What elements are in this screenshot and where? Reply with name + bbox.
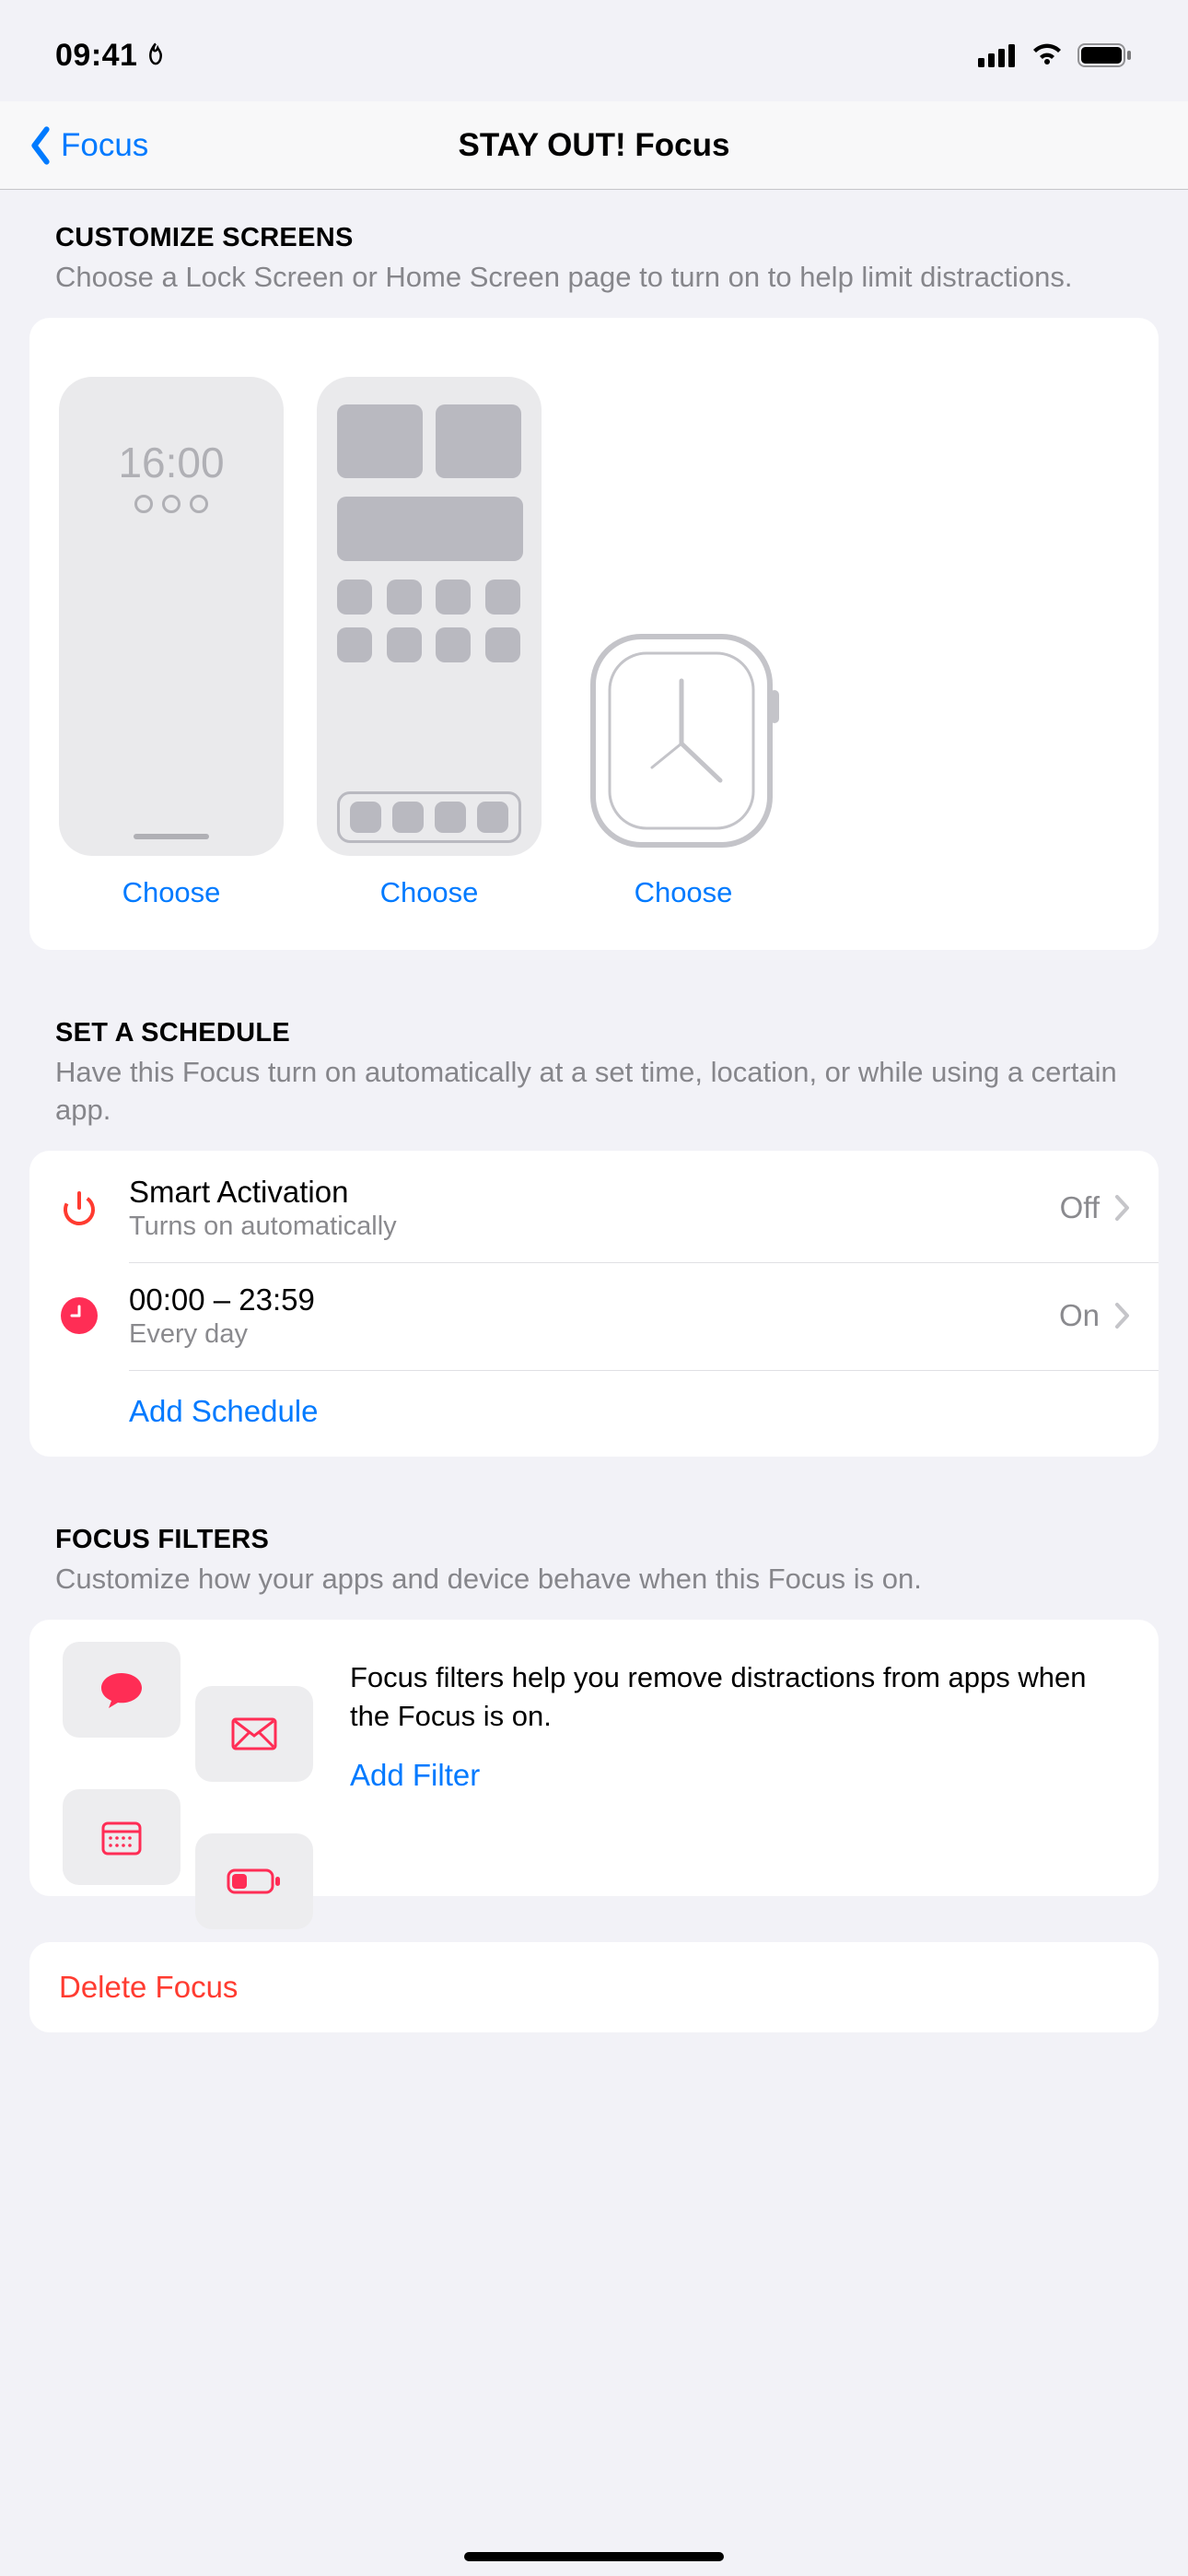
delete-focus-label: Delete Focus [59, 1970, 238, 2004]
filters-title: FOCUS FILTERS [55, 1525, 1133, 1555]
back-button[interactable]: Focus [28, 125, 148, 166]
filter-icons-grid [63, 1653, 313, 1859]
chevron-right-icon [1114, 1302, 1131, 1329]
lock-screen-item: 16:00 Choose [59, 377, 284, 909]
time-schedule-row[interactable]: 00:00 – 23:59 Every day On [29, 1262, 1159, 1370]
add-schedule-label: Add Schedule [129, 1394, 319, 1428]
lock-time: 16:00 [118, 438, 224, 487]
clock-icon [55, 1296, 103, 1335]
time-schedule-subtitle: Every day [129, 1319, 1059, 1350]
content: CUSTOMIZE SCREENS Choose a Lock Screen o… [0, 190, 1188, 2217]
schedule-desc: Have this Focus turn on automatically at… [55, 1054, 1133, 1129]
flame-icon [143, 41, 169, 70]
screens-row: 16:00 Choose [59, 377, 1129, 909]
choose-home-screen-button[interactable]: Choose [380, 876, 479, 909]
time-schedule-title: 00:00 – 23:59 [129, 1282, 1059, 1317]
smart-activation-subtitle: Turns on automatically [129, 1212, 1060, 1242]
add-filter-button[interactable]: Add Filter [350, 1758, 480, 1793]
cellular-icon [978, 43, 1017, 67]
customize-title: CUSTOMIZE SCREENS [55, 223, 1133, 253]
power-icon [55, 1188, 103, 1228]
status-left: 09:41 [55, 38, 169, 74]
home-screen-item: Choose [317, 377, 542, 909]
chevron-right-icon [1114, 1194, 1131, 1222]
customize-desc: Choose a Lock Screen or Home Screen page… [55, 259, 1133, 296]
home-indicator[interactable] [464, 2552, 724, 2561]
choose-watch-face-button[interactable]: Choose [635, 876, 733, 909]
status-time: 09:41 [55, 38, 137, 74]
filters-card: Focus filters help you remove distractio… [29, 1620, 1159, 1896]
watch-face-preview[interactable] [584, 626, 783, 856]
page-title: STAY OUT! Focus [459, 127, 730, 164]
chevron-left-icon [28, 125, 53, 166]
filter-help-text: Focus filters help you remove distractio… [350, 1658, 1125, 1736]
filter-text-block: Focus filters help you remove distractio… [350, 1653, 1125, 1859]
smart-activation-title: Smart Activation [129, 1175, 1060, 1210]
navigation-bar: Focus STAY OUT! Focus [0, 101, 1188, 190]
lock-screen-preview[interactable]: 16:00 [59, 377, 284, 856]
smart-activation-status: Off [1060, 1190, 1100, 1225]
choose-lock-screen-button[interactable]: Choose [122, 876, 221, 909]
schedule-title: SET A SCHEDULE [55, 1018, 1133, 1048]
delete-focus-button[interactable]: Delete Focus [29, 1942, 1159, 2032]
filters-desc: Customize how your apps and device behav… [55, 1561, 1133, 1598]
calendar-filter-icon [63, 1789, 181, 1885]
filters-section-header: FOCUS FILTERS Customize how your apps an… [0, 1469, 1188, 1607]
smart-activation-row[interactable]: Smart Activation Turns on automatically … [29, 1154, 1159, 1262]
lock-screen-widgets [134, 495, 208, 513]
battery-icon [1077, 42, 1133, 68]
customize-section-header: CUSTOMIZE SCREENS Choose a Lock Screen o… [0, 190, 1188, 305]
customize-screens-card: 16:00 Choose [29, 318, 1159, 950]
battery-filter-icon [195, 1833, 313, 1929]
wifi-icon [1030, 42, 1065, 68]
status-right [978, 42, 1133, 68]
time-schedule-status: On [1059, 1298, 1100, 1333]
back-button-label: Focus [61, 127, 148, 164]
status-bar: 09:41 [0, 0, 1188, 101]
home-screen-preview[interactable] [317, 377, 542, 856]
add-schedule-button[interactable]: Add Schedule [29, 1370, 1159, 1457]
mail-filter-icon [195, 1686, 313, 1782]
schedule-section-header: SET A SCHEDULE Have this Focus turn on a… [0, 963, 1188, 1138]
messages-filter-icon [63, 1642, 181, 1738]
schedule-card: Smart Activation Turns on automatically … [29, 1151, 1159, 1457]
watch-face-item: Choose [584, 626, 783, 909]
